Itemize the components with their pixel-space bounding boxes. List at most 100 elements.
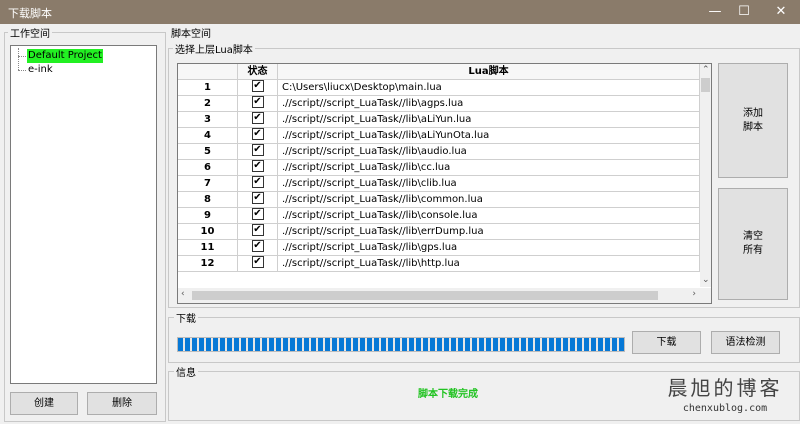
row-status-cell: ✔ <box>238 176 278 192</box>
header-lua-script[interactable]: Lua脚本 <box>278 64 700 80</box>
table-row[interactable]: 3 ✔ .//script//script_LuaTask//lib\aLiYun.… <box>178 112 700 128</box>
row-number: 6 <box>178 160 238 176</box>
status-message: 脚本下载完成 <box>418 389 478 400</box>
syntax-check-button[interactable]: 语法检测 <box>711 331 780 354</box>
row-number: 3 <box>178 112 238 128</box>
script-table[interactable]: 状态 Lua脚本 1 ✔ C:\Users\liucx\Desktop\main.l… <box>177 63 712 304</box>
row-script-path[interactable]: .//script//script_LuaTask//lib\gps.lua <box>278 240 700 256</box>
header-status[interactable]: 状态 <box>238 64 278 80</box>
tree-connector <box>18 48 19 70</box>
table-row[interactable]: 6 ✔ .//script//script_LuaTask//lib\cc.lua <box>178 160 700 176</box>
row-status-cell: ✔ <box>238 224 278 240</box>
row-status-cell: ✔ <box>238 208 278 224</box>
table-row[interactable]: 2 ✔ .//script//script_LuaTask//lib\agps.lu… <box>178 96 700 112</box>
scroll-up-icon[interactable]: ⌃ <box>702 65 710 75</box>
table-row[interactable]: 8 ✔ .//script//script_LuaTask//lib\common.… <box>178 192 700 208</box>
row-script-path[interactable]: .//script//script_LuaTask//lib\cc.lua <box>278 160 700 176</box>
table-row[interactable]: 1 ✔ C:\Users\liucx\Desktop\main.lua <box>178 80 700 96</box>
row-status-cell: ✔ <box>238 80 278 96</box>
header-number <box>178 64 238 80</box>
row-status-cell: ✔ <box>238 144 278 160</box>
scroll-right-icon[interactable]: › <box>692 289 696 299</box>
row-number: 4 <box>178 128 238 144</box>
scroll-down-icon[interactable]: ⌄ <box>702 275 710 285</box>
row-status-cell: ✔ <box>238 256 278 272</box>
status-checkbox[interactable]: ✔ <box>251 112 264 124</box>
table-row[interactable]: 7 ✔ .//script//script_LuaTask//lib\clib.lu… <box>178 176 700 192</box>
status-checkbox[interactable]: ✔ <box>251 224 264 236</box>
select-script-label: 选择上层Lua脚本 <box>173 41 255 56</box>
row-number: 1 <box>178 80 238 96</box>
status-checkbox[interactable]: ✔ <box>251 144 264 156</box>
table-row[interactable]: 11 ✔ .//script//script_LuaTask//lib\gps.lu… <box>178 240 700 256</box>
status-checkbox[interactable]: ✔ <box>251 128 264 140</box>
delete-button[interactable]: 删除 <box>87 392 157 415</box>
row-script-path[interactable]: .//script//script_LuaTask//lib\http.lua <box>278 256 700 272</box>
tree-connector <box>18 56 26 57</box>
row-number: 10 <box>178 224 238 240</box>
row-number: 5 <box>178 144 238 160</box>
row-status-cell: ✔ <box>238 192 278 208</box>
status-checkbox[interactable]: ✔ <box>251 176 264 188</box>
create-button[interactable]: 创建 <box>10 392 78 415</box>
row-script-path[interactable]: .//script//script_LuaTask//lib\console.l… <box>278 208 700 224</box>
blog-watermark-logo: 晨旭的博客 chenxublog.com <box>660 372 790 418</box>
row-script-path[interactable]: .//script//script_LuaTask//lib\aLiYunOta… <box>278 128 700 144</box>
watermark-title: 晨旭的博客 <box>667 376 783 400</box>
title-bar: 下载脚本 — ☐ ✕ <box>0 0 800 24</box>
table-row[interactable]: 9 ✔ .//script//script_LuaTask//lib\console… <box>178 208 700 224</box>
table-row[interactable]: 5 ✔ .//script//script_LuaTask//lib\audio.l… <box>178 144 700 160</box>
scroll-corner <box>700 288 711 303</box>
row-status-cell: ✔ <box>238 128 278 144</box>
row-script-path[interactable]: C:\Users\liucx\Desktop\main.lua <box>278 80 700 96</box>
window-title: 下载脚本 <box>8 7 52 20</box>
status-checkbox[interactable]: ✔ <box>251 240 264 252</box>
row-number: 8 <box>178 192 238 208</box>
row-status-cell: ✔ <box>238 112 278 128</box>
add-script-button[interactable]: 添加 脚本 <box>718 63 788 178</box>
row-number: 2 <box>178 96 238 112</box>
scroll-left-icon[interactable]: ‹ <box>181 289 185 299</box>
info-label: 信息 <box>174 364 198 379</box>
status-checkbox[interactable]: ✔ <box>251 80 264 92</box>
status-checkbox[interactable]: ✔ <box>251 96 264 108</box>
row-script-path[interactable]: .//script//script_LuaTask//lib\errDump.l… <box>278 224 700 240</box>
tree-connector <box>18 70 26 71</box>
vertical-scrollbar[interactable]: ⌃ ⌄ <box>700 64 711 287</box>
table-row[interactable]: 12 ✔ .//script//script_LuaTask//lib\http.l… <box>178 256 700 272</box>
workspace-label: 工作空间 <box>8 25 52 40</box>
tree-item-default-project[interactable]: Default Project <box>27 49 103 63</box>
status-checkbox[interactable]: ✔ <box>251 256 264 268</box>
vertical-scroll-thumb[interactable] <box>701 78 710 92</box>
horizontal-scrollbar[interactable]: ‹ › <box>178 288 700 303</box>
horizontal-scroll-thumb[interactable] <box>192 291 658 300</box>
download-progress-bar <box>177 337 625 352</box>
status-checkbox[interactable]: ✔ <box>251 192 264 204</box>
row-script-path[interactable]: .//script//script_LuaTask//lib\clib.lua <box>278 176 700 192</box>
row-number: 9 <box>178 208 238 224</box>
download-label: 下载 <box>174 310 198 325</box>
download-button[interactable]: 下载 <box>632 331 701 354</box>
row-script-path[interactable]: .//script//script_LuaTask//lib\aLiYun.lu… <box>278 112 700 128</box>
script-space-label: 脚本空间 <box>169 25 213 40</box>
row-number: 11 <box>178 240 238 256</box>
row-status-cell: ✔ <box>238 160 278 176</box>
status-checkbox[interactable]: ✔ <box>251 208 264 220</box>
table-row[interactable]: 4 ✔ .//script//script_LuaTask//lib\aLiYunO… <box>178 128 700 144</box>
status-checkbox[interactable]: ✔ <box>251 160 264 172</box>
table-row[interactable]: 10 ✔ .//script//script_LuaTask//lib\errDum… <box>178 224 700 240</box>
tree-item-e-ink[interactable]: e-ink <box>27 63 54 77</box>
row-status-cell: ✔ <box>238 96 278 112</box>
table-header-row: 状态 Lua脚本 <box>178 64 700 80</box>
project-tree[interactable]: Default Project e-ink <box>10 45 157 384</box>
row-script-path[interactable]: .//script//script_LuaTask//lib\agps.lua <box>278 96 700 112</box>
close-button[interactable]: ✕ <box>764 0 798 24</box>
row-script-path[interactable]: .//script//script_LuaTask//lib\audio.lua <box>278 144 700 160</box>
row-number: 12 <box>178 256 238 272</box>
row-number: 7 <box>178 176 238 192</box>
watermark-url: chenxublog.com <box>682 403 768 414</box>
row-script-path[interactable]: .//script//script_LuaTask//lib\common.lu… <box>278 192 700 208</box>
maximize-button[interactable]: ☐ <box>727 0 761 24</box>
clear-all-button[interactable]: 清空 所有 <box>718 188 788 300</box>
row-status-cell: ✔ <box>238 240 278 256</box>
